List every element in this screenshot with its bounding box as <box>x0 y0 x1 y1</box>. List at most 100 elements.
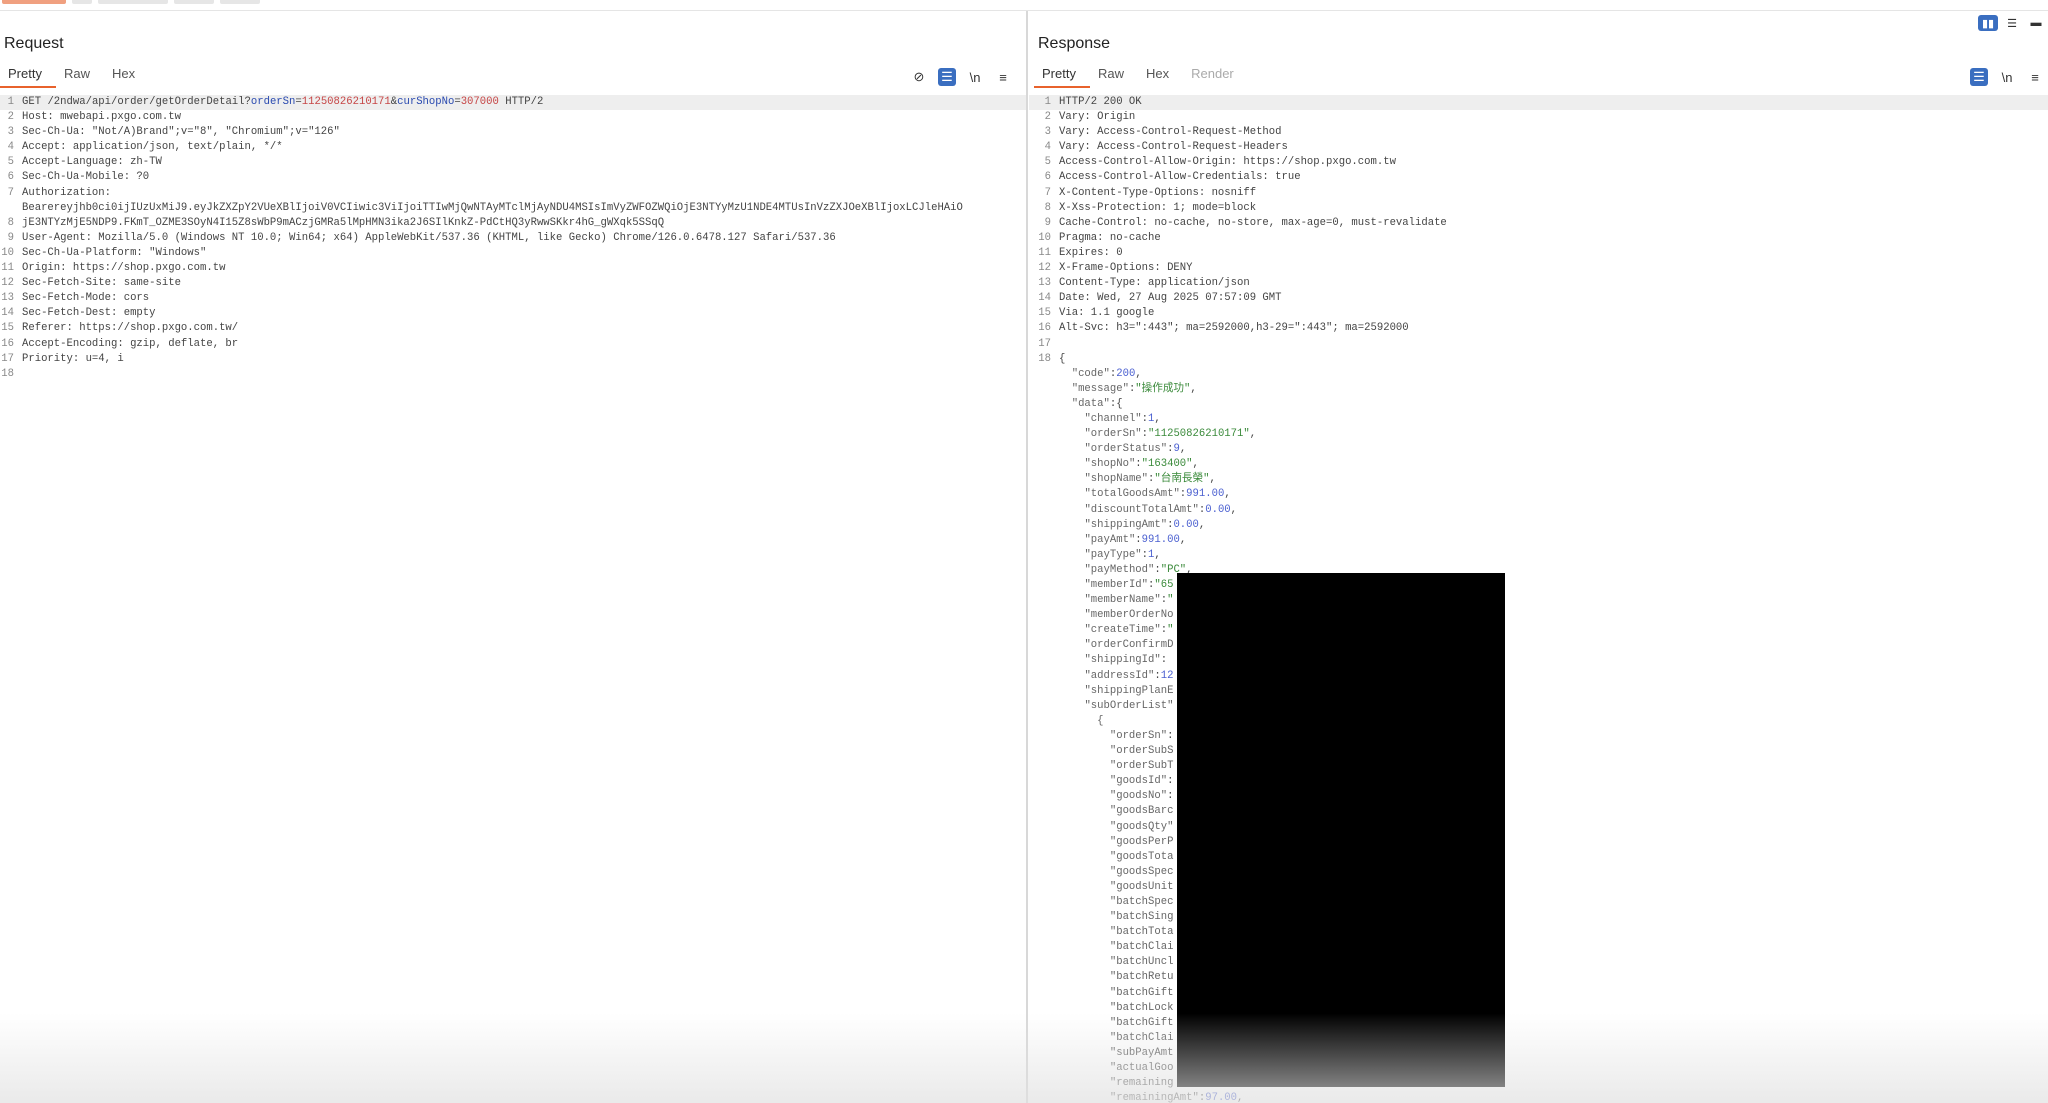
line-number <box>1029 623 1059 638</box>
request-header-line: 8 jE3NTYzMjE5NDP9.FKmT_OZME3SOyN4I15Z8sWb… <box>0 216 1026 231</box>
request-line: 1 GET /2ndwa/api/order/getOrderDetail? ord… <box>0 95 1026 111</box>
line-number <box>1029 804 1059 819</box>
json-key: "subOrderList" <box>1084 699 1174 712</box>
json-end: , <box>1154 412 1161 425</box>
json-key: "remainingAmt" <box>1109 1092 1199 1103</box>
line-number <box>1029 533 1059 548</box>
json-end: , <box>1135 367 1142 380</box>
line-number <box>1029 593 1059 608</box>
tab-pretty[interactable]: Pretty <box>1034 62 1090 88</box>
tab-render[interactable]: Render <box>1183 62 1248 88</box>
top-tab[interactable] <box>98 0 168 4</box>
top-tab-strip <box>0 0 2048 11</box>
line-text: X-Frame-Options: DENY <box>1059 262 1193 275</box>
line-number <box>1029 970 1059 985</box>
line-number: 7 <box>7 186 14 199</box>
json-value: 12 <box>1160 669 1174 682</box>
json-value: 0.00 <box>1205 503 1231 516</box>
json-key: "code" <box>1071 367 1110 380</box>
line-text: Accept-Encoding: gzip, deflate, br <box>22 337 239 350</box>
line-text: User-Agent: Mozilla/5.0 (Windows NT 10.0… <box>22 231 836 244</box>
line-number <box>1029 789 1059 804</box>
menu-icon[interactable]: ≡ <box>2026 68 2044 86</box>
json-line: "shopName": "台南長榮", <box>1029 472 2048 487</box>
line-text: Authorization: <box>22 186 112 199</box>
tab-pretty[interactable]: Pretty <box>0 62 56 88</box>
top-tab[interactable] <box>174 0 214 4</box>
line-number: 4 <box>1044 141 1051 154</box>
request-editor[interactable]: 1 GET /2ndwa/api/order/getOrderDetail? ord… <box>0 95 1026 382</box>
top-tab-active[interactable] <box>2 0 66 4</box>
json-key: "orderSn" <box>1084 428 1142 441</box>
json-value: " <box>1167 624 1174 637</box>
line-number: 15 <box>1038 307 1051 320</box>
param-key: orderSn <box>250 96 296 108</box>
json-key: "goodsUnit <box>1109 880 1174 893</box>
request-header-line: 17 Priority: u=4, i <box>0 352 1026 367</box>
line-number <box>1029 653 1059 668</box>
request-header-line: 14 Sec-Fetch-Dest: empty <box>0 306 1026 321</box>
line-number <box>1029 880 1059 895</box>
response-header-line: 4 Vary: Access-Control-Request-Headers <box>1029 140 2048 155</box>
request-header-line: 5 Accept-Language: zh-TW <box>0 155 1026 170</box>
json-key: "goodsNo" <box>1109 790 1168 803</box>
json-key: "goodsQty" <box>1109 820 1174 833</box>
line-number: 3 <box>1044 126 1051 139</box>
line-text: Accept: application/json, text/plain, */… <box>22 141 283 154</box>
menu-icon[interactable]: ≡ <box>994 68 1012 86</box>
tab-hex[interactable]: Hex <box>1138 62 1183 88</box>
line-number: 8 <box>7 216 14 229</box>
newline-toggle-icon[interactable]: \n <box>1998 68 2016 86</box>
wrap-toggle-icon[interactable]: ☰ <box>1970 68 1988 86</box>
tab-raw[interactable]: Raw <box>56 62 104 88</box>
request-header-line: 13 Sec-Fetch-Mode: cors <box>0 291 1026 306</box>
line-number <box>1029 638 1059 653</box>
line-number <box>1029 412 1059 427</box>
json-end: , <box>1237 1092 1244 1103</box>
request-protocol: HTTP/2 <box>505 96 544 108</box>
line-text: jE3NTYzMjE5NDP9.FKmT_OZME3SOyN4I15Z8sWbP… <box>22 216 665 229</box>
top-tab[interactable] <box>72 0 92 4</box>
line-number <box>1029 835 1059 850</box>
newline-toggle-icon[interactable]: \n <box>966 68 984 86</box>
request-toolbar: ⊘ ☰ \n ≡ <box>910 68 1012 86</box>
line-number: 18 <box>1038 352 1051 365</box>
json-key: "shippingPlanE <box>1084 684 1174 697</box>
line-number <box>1029 820 1059 835</box>
line-number: 8 <box>1044 201 1051 214</box>
line-number: 7 <box>1044 186 1051 199</box>
request-path: /2ndwa/api/order/getOrderDetail? <box>47 96 251 108</box>
response-header-line: 16 Alt-Svc: h3=":443"; ma=2592000,h3-29="… <box>1029 321 2048 336</box>
line-number: 18 <box>1 367 14 380</box>
json-key: "batchUncl <box>1109 956 1174 969</box>
param-key: curShopNo <box>397 96 455 108</box>
json-key: "payMethod" <box>1084 563 1155 576</box>
json-key: { <box>1097 714 1104 727</box>
line-text: Alt-Svc: h3=":443"; ma=2592000,h3-29=":4… <box>1059 322 1409 335</box>
response-header-line: 17 <box>1029 337 2048 352</box>
json-end: , <box>1230 503 1238 516</box>
line-number: 6 <box>1044 171 1051 184</box>
tab-hex[interactable]: Hex <box>104 62 149 88</box>
wrap-toggle-icon[interactable]: ☰ <box>938 68 956 86</box>
response-header-line: 11 Expires: 0 <box>1029 246 2048 261</box>
json-end: , <box>1249 428 1257 441</box>
response-header-line: 8 X-Xss-Protection: 1; mode=block <box>1029 201 2048 216</box>
json-sep: : <box>1167 790 1174 803</box>
json-key: "batchSing <box>1109 911 1174 924</box>
request-header-line: 11 Origin: https://shop.pxgo.com.tw <box>0 261 1026 276</box>
line-number: 12 <box>1 277 14 290</box>
json-key: "goodsTota <box>1109 850 1174 863</box>
line-text: Origin: https://shop.pxgo.com.tw <box>22 262 226 275</box>
tab-raw[interactable]: Raw <box>1090 62 1138 88</box>
redaction-block <box>1177 573 1505 1087</box>
response-header-line: 10 Pragma: no-cache <box>1029 231 2048 246</box>
hide-eye-icon[interactable]: ⊘ <box>910 68 928 86</box>
line-text: Sec-Fetch-Dest: empty <box>22 307 156 320</box>
line-number <box>1029 759 1059 774</box>
request-title: Request <box>4 35 64 52</box>
top-tab[interactable] <box>220 0 260 4</box>
json-value: " <box>1167 594 1174 607</box>
json-key: "channel" <box>1084 412 1142 425</box>
json-key: "data" <box>1071 397 1110 410</box>
